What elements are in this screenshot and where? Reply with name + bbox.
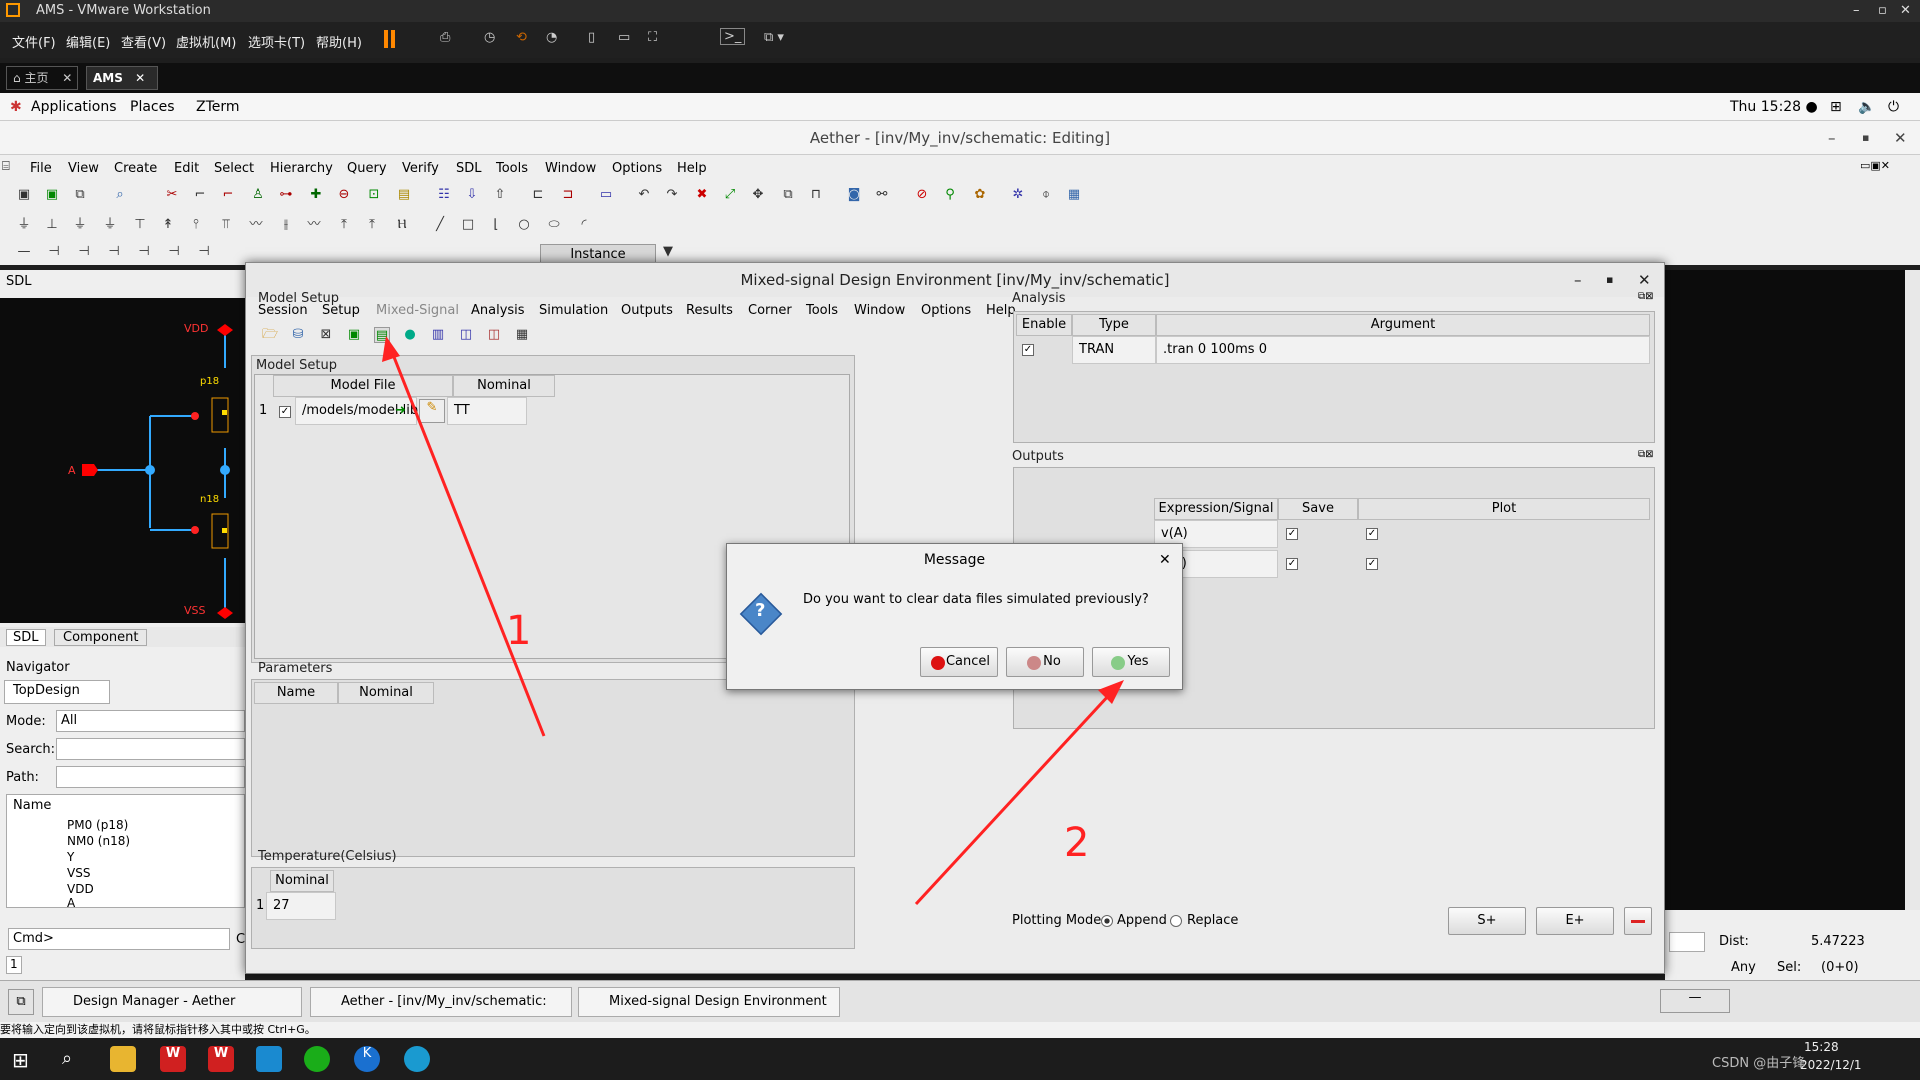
clock-time[interactable]: 15:28 xyxy=(1804,1040,1839,1054)
edge-icon[interactable] xyxy=(404,1046,430,1072)
vm-hint: 要将输入定向到该虚拟机，请将鼠标指针移入其中或按 Ctrl+G。 xyxy=(0,1023,316,1036)
watermark: CSDN @由子锋 xyxy=(1712,1056,1806,1071)
task-mde[interactable]: Mixed-signal Design Environment [in... xyxy=(578,987,840,1037)
clock-date[interactable]: 2022/12/1 xyxy=(1800,1058,1862,1072)
aether-taskbar: ⧉ Design Manager - Aether Aether - [inv/… xyxy=(0,980,1920,1037)
start-icon[interactable]: ⊞ xyxy=(12,1048,29,1072)
annotation-arrows xyxy=(382,336,1124,906)
vm-hint-bar: 要将输入定向到该虚拟机，请将鼠标指针移入其中或按 Ctrl+G。 xyxy=(0,1022,1920,1038)
workspace-switcher[interactable]: — xyxy=(1660,989,1730,1013)
wps-icon[interactable]: W xyxy=(160,1046,186,1072)
k-app-icon[interactable]: K xyxy=(354,1046,380,1072)
vmware-icon[interactable] xyxy=(256,1046,282,1072)
wps-office-icon[interactable]: W xyxy=(208,1046,234,1072)
file-explorer-icon[interactable] xyxy=(110,1046,136,1072)
windows-taskbar: ⊞ ⌕ W W K 15:28 2022/12/1 CSDN @由子锋 xyxy=(0,1038,1920,1080)
task-design-manager[interactable]: Design Manager - Aether xyxy=(42,987,302,1017)
wechat-icon[interactable] xyxy=(304,1046,330,1072)
annotation-2: 2 xyxy=(1064,820,1090,866)
task-aether-schematic[interactable]: Aether - [inv/My_inv/schematic: Editi... xyxy=(310,987,572,1037)
search-icon[interactable]: ⌕ xyxy=(62,1048,72,1069)
desktop-icon[interactable]: ⧉ xyxy=(8,989,34,1015)
annotation-1: 1 xyxy=(506,608,532,654)
